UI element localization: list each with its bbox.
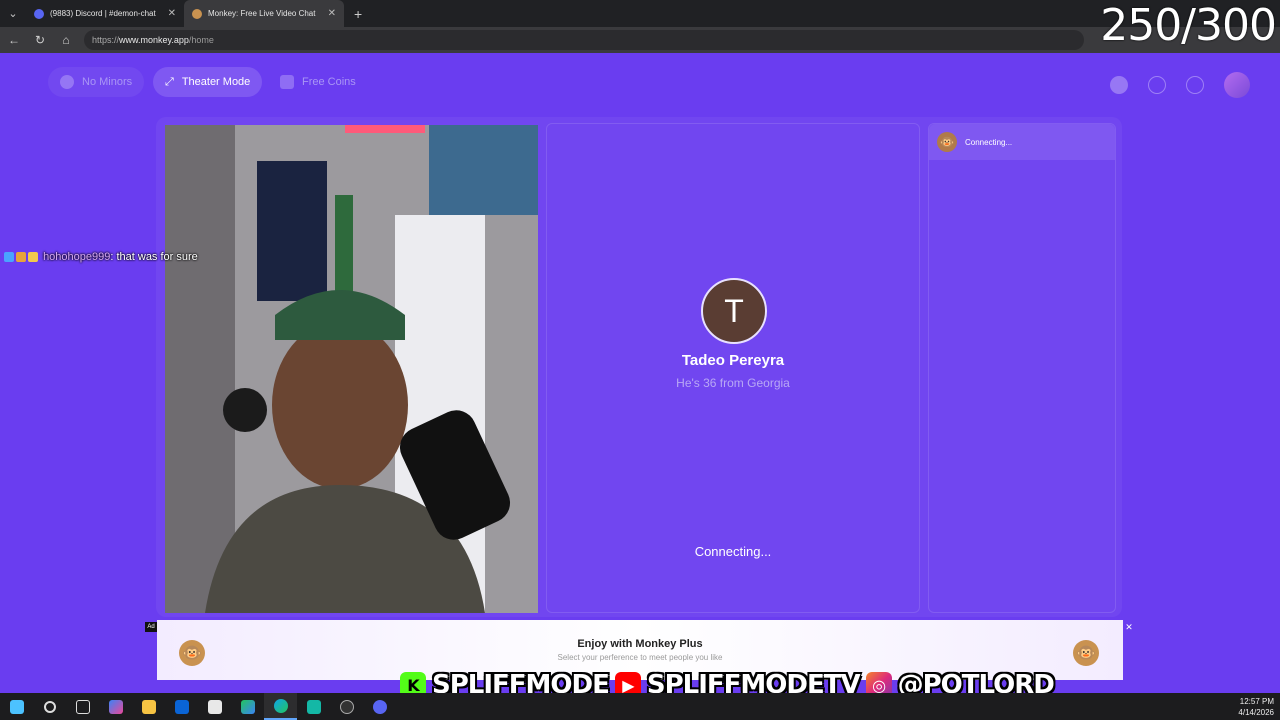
- tab-title: Monkey: Free Live Video Chat: [208, 9, 316, 18]
- tab-title: (9883) Discord | #demon-chat: [50, 9, 156, 18]
- address-bar: ← ↻ ⌂ https://www.monkey.app/home: [0, 27, 1280, 53]
- tab-monkey[interactable]: Monkey: Free Live Video Chat ✕: [184, 0, 344, 27]
- back-arrow-icon[interactable]: ←: [2, 28, 26, 52]
- app-icon[interactable]: [297, 693, 330, 720]
- copilot-icon[interactable]: [99, 693, 132, 720]
- stream-counter: 250/300: [1100, 0, 1277, 51]
- avatar[interactable]: [1224, 72, 1250, 98]
- theater-mode-label: Theater Mode: [181, 76, 251, 88]
- monkey-icon: 🐵: [937, 132, 957, 152]
- free-coins-button[interactable]: Free Coins: [268, 67, 368, 97]
- tab-discord[interactable]: (9883) Discord | #demon-chat ✕: [26, 0, 184, 27]
- ad-title: Enjoy with Monkey Plus: [577, 638, 703, 650]
- discord-icon[interactable]: [363, 693, 396, 720]
- search-icon[interactable]: [33, 693, 66, 720]
- browser-tab-bar: ⌄ (9883) Discord | #demon-chat ✕ Monkey:…: [0, 0, 1280, 27]
- chat-status: Connecting...: [965, 137, 1013, 147]
- stream-chat-message: hohohope999: that was for sure: [4, 251, 198, 263]
- app-top-nav: No Minors ⤢ Theater Mode Free Coins: [0, 53, 1280, 113]
- monkey-favicon-icon: [192, 8, 202, 19]
- no-minors-icon: [60, 75, 74, 89]
- system-clock[interactable]: 12:57 PM 4/14/2026: [1238, 696, 1274, 718]
- partner-panel: T Tadeo Pereyra He's 36 from Georgia Con…: [546, 123, 920, 613]
- start-icon[interactable]: [0, 693, 33, 720]
- ad-subtitle: Select your perference to meet people yo…: [557, 653, 723, 662]
- theater-mode-button[interactable]: ⤢ Theater Mode: [153, 67, 263, 97]
- chat-header: 🐵 Connecting...: [929, 124, 1115, 160]
- home-icon[interactable]: ⌂: [54, 28, 78, 52]
- store-icon[interactable]: [198, 693, 231, 720]
- obs-icon[interactable]: [330, 693, 363, 720]
- windows-taskbar: 12:57 PM 4/14/2026: [0, 693, 1280, 720]
- nav-right-icons: [1110, 72, 1250, 98]
- edge-icon[interactable]: [264, 693, 297, 720]
- tab-close-icon[interactable]: ✕: [328, 8, 336, 19]
- refresh-icon[interactable]: ↻: [28, 28, 52, 52]
- webcam-image: [165, 125, 538, 613]
- chat-username: hohohope999: [43, 251, 111, 263]
- outlook-icon[interactable]: [165, 693, 198, 720]
- history-icon[interactable]: [1148, 76, 1166, 94]
- badge-icon: [16, 252, 26, 263]
- expand-icon: ⤢: [165, 75, 174, 88]
- badge-icon: [28, 252, 38, 263]
- badge-icon: [4, 252, 14, 263]
- tab-close-icon[interactable]: ✕: [168, 8, 176, 19]
- free-coins-label: Free Coins: [302, 76, 356, 88]
- tab-list-chevron-icon[interactable]: ⌄: [0, 0, 26, 27]
- partner-avatar: T: [701, 278, 767, 344]
- monkey-app: No Minors ⤢ Theater Mode Free Coins T Ta…: [0, 53, 1280, 693]
- user-icon[interactable]: [1110, 76, 1128, 94]
- ad-close-icon[interactable]: ✕: [1124, 622, 1134, 632]
- discord-favicon-icon: [34, 8, 44, 19]
- partner-name: Tadeo Pereyra: [681, 352, 785, 369]
- chat-bubble-icon[interactable]: [1186, 76, 1204, 94]
- chat-panel: 🐵 Connecting...: [928, 123, 1116, 613]
- coins-icon: [280, 75, 294, 89]
- video-stage: T Tadeo Pereyra He's 36 from Georgia Con…: [156, 117, 1122, 617]
- partner-description: He's 36 from Georgia: [676, 376, 790, 390]
- no-minors-label: No Minors: [82, 76, 133, 88]
- clock-date: 4/14/2026: [1238, 708, 1274, 717]
- no-minors-button[interactable]: No Minors: [48, 67, 145, 97]
- file-explorer-icon[interactable]: [132, 693, 165, 720]
- chat-text: : that was for sure: [110, 251, 198, 263]
- m365-icon[interactable]: [231, 693, 264, 720]
- clock-time: 12:57 PM: [1239, 697, 1274, 706]
- ad-label: Ad: [145, 622, 157, 632]
- url-field[interactable]: https://www.monkey.app/home: [84, 30, 1084, 50]
- self-video-feed: [165, 125, 538, 613]
- url-text: https://www.monkey.app/home: [92, 35, 214, 45]
- new-tab-button[interactable]: +: [354, 6, 362, 22]
- connection-status: Connecting...: [694, 544, 772, 559]
- monkey-icon: 🐵: [1073, 640, 1099, 666]
- task-view-icon[interactable]: [66, 693, 99, 720]
